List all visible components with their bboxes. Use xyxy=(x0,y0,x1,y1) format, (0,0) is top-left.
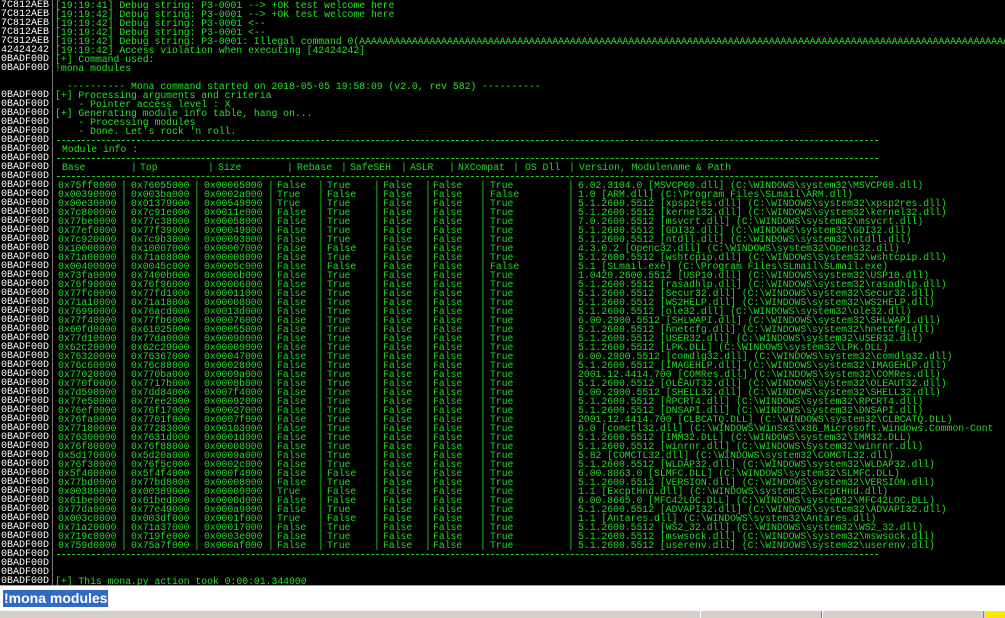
footer-line: 0BADF00D [+] This mona.py action took 0:0… xyxy=(0,576,1005,586)
table-row: 0BADF00D 0x759d0000 0x75a7f000 0x000af000 Fa… xyxy=(0,540,1005,551)
log-line: 0BADF00D - Done. Let's rock 'n roll. xyxy=(0,126,1005,137)
column-header: ASLR xyxy=(410,162,434,173)
command-input[interactable]: !mona modules xyxy=(3,590,109,607)
cell-nxcompat: False xyxy=(433,540,463,551)
column-separator: | xyxy=(401,162,407,173)
column-header: SafeSEH xyxy=(350,162,391,173)
column-header: Top xyxy=(140,162,158,173)
log-text: - Done. Let's rock 'n roll. xyxy=(55,126,237,137)
log-text: [+] This mona.py action took 0:00:01.344… xyxy=(55,576,307,585)
cell-size: 0x000af000 xyxy=(204,540,263,551)
cell-osdll: True xyxy=(490,540,514,551)
column-separator: | xyxy=(268,540,274,551)
column-header: OS Dll xyxy=(525,162,561,173)
cell-top: 0x75a7f000 xyxy=(131,540,190,551)
column-separator: | xyxy=(513,162,519,173)
column-header: Size xyxy=(218,162,242,173)
column-separator: | xyxy=(318,540,324,551)
module-info-title: 0BADF00D Module info : xyxy=(0,144,1005,155)
column-separator: | xyxy=(480,540,486,551)
address: 0BADF00D xyxy=(1,576,50,586)
column-separator: | xyxy=(287,162,293,173)
status-indicator xyxy=(985,611,1005,618)
column-separator: | xyxy=(568,540,574,551)
divider xyxy=(57,140,878,141)
column-header: Base xyxy=(62,162,86,173)
status-cell xyxy=(700,611,822,618)
column-separator: | xyxy=(121,540,127,551)
column-header: Rebase xyxy=(297,162,333,173)
divider xyxy=(57,158,878,159)
column-separator: | xyxy=(425,540,431,551)
column-separator: | xyxy=(569,162,575,173)
cell-rebase: False xyxy=(277,540,307,551)
section-title: Module info : xyxy=(62,144,139,155)
column-separator: | xyxy=(341,162,347,173)
column-separator: | xyxy=(449,162,455,173)
divider xyxy=(57,554,878,555)
separator-line: 0BADF00D xyxy=(0,550,1005,560)
column-separator: | xyxy=(194,540,200,551)
column-separator: | xyxy=(374,540,380,551)
log-line: 0BADF00D [+] Command used: xyxy=(0,55,1005,65)
command-bar[interactable]: !mona modules xyxy=(0,585,1005,612)
column-header: NXCompat xyxy=(458,162,505,173)
log-line: 0BADF00D !mona modules xyxy=(0,63,1005,74)
blank-line: 0BADF00D xyxy=(0,559,1005,569)
status-cell xyxy=(822,611,984,618)
table-header: 0BADF00D Base Top Size Rebase SafeSEH ASLR NXCo… xyxy=(0,162,1005,173)
divider xyxy=(57,176,878,177)
log-text: !mona modules xyxy=(55,63,132,74)
column-separator: | xyxy=(208,162,214,173)
address: 0BADF00D xyxy=(1,63,50,74)
cell-safeseh: True xyxy=(327,540,351,551)
separator-line: 0BADF00D xyxy=(0,136,1005,146)
cell-path: 5.1.2600.5512 [userenv.dll] (C:\WINDOWS\… xyxy=(578,540,935,551)
column-header: Version, Modulename & Path xyxy=(579,162,732,173)
cell-aslr: False xyxy=(383,540,413,551)
column-separator: | xyxy=(131,162,137,173)
log-window[interactable]: 7C812AEB [19:19:41] Debug string: P3-0001… xyxy=(0,0,1005,585)
cell-base: 0x759d0000 xyxy=(58,540,117,551)
status-bar xyxy=(0,611,1005,618)
